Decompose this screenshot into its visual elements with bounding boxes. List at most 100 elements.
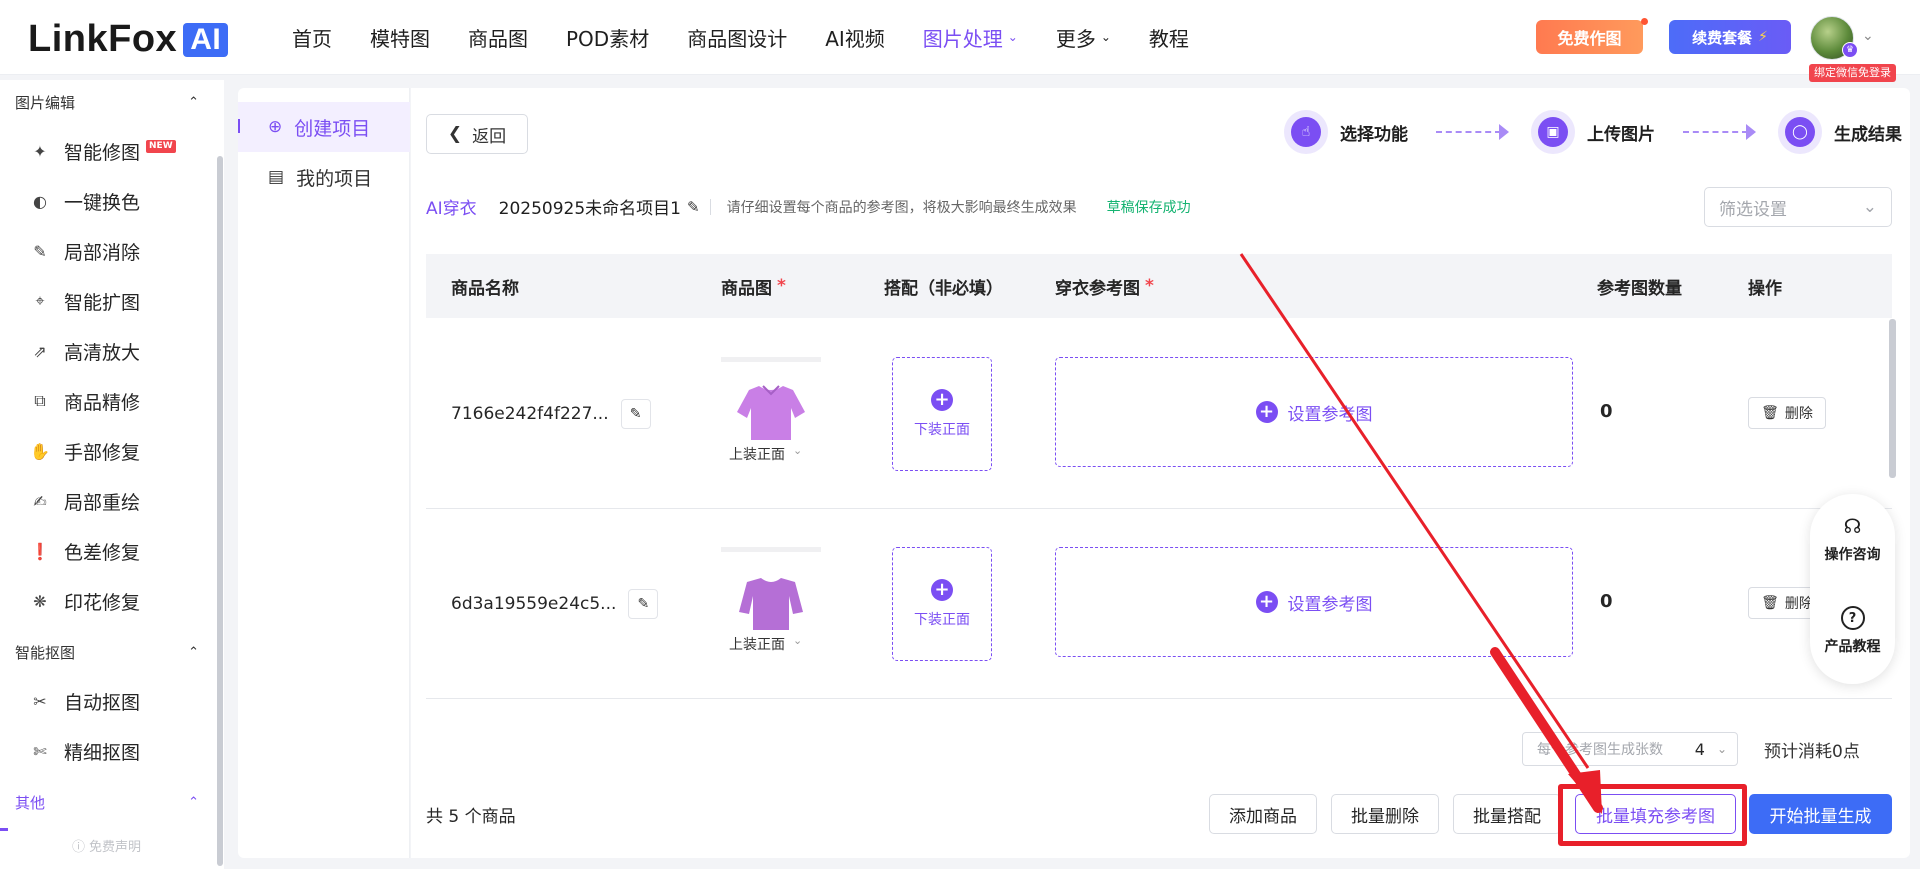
sidebar-group-image-edit[interactable]: 图片编辑 ⌃ (15, 92, 199, 113)
color-swap-icon: ◐ (33, 191, 47, 211)
renew-label: 续费套餐 (1692, 28, 1753, 47)
nav-tutorial[interactable]: 教程 (1149, 23, 1189, 52)
group-title: 图片编辑 (15, 94, 76, 112)
nav-label: 更多 (1055, 26, 1096, 51)
project-item-label: 创建项目 (294, 117, 371, 140)
header-label: 搭配（非必填） (884, 278, 1003, 299)
disclaimer-label: 免费声明 (89, 840, 142, 855)
required-mark: * (1145, 276, 1154, 296)
filter-select[interactable]: 筛选设置 ⌄ (1704, 187, 1892, 227)
sidebar-item-label: 手部修复 (64, 441, 141, 464)
batch-match-button[interactable]: 批量搭配 (1453, 794, 1561, 834)
delete-button[interactable]: 🗑 删除 (1748, 397, 1826, 429)
match-upload-box[interactable]: + 下装正面 (892, 547, 992, 661)
edit-icon[interactable]: ✎ (687, 198, 700, 216)
notification-dot (1641, 18, 1648, 25)
match-label: 下装正面 (914, 612, 970, 628)
my-projects-item[interactable]: ▤ 我的项目 (238, 152, 410, 202)
nav-label: 商品图设计 (687, 26, 788, 51)
wechat-bind-tag[interactable]: 绑定微信免登录 (1809, 64, 1896, 82)
reference-label: 设置参考图 (1287, 594, 1373, 615)
consult-button[interactable]: ☊ 操作咨询 (1810, 514, 1895, 564)
table-row: 6d3a19559e24c5... ✎ 上装正面 ⌄ + 下装正面 + 设置参考… (426, 509, 1892, 699)
sidebar-item-expand[interactable]: ⌖ 智能扩图 (30, 286, 140, 316)
tutorial-button[interactable]: ? 产品教程 (1810, 606, 1895, 656)
sidebar-item-fine-cutout[interactable]: ✄ 精细抠图 (30, 736, 140, 766)
divider (709, 198, 711, 215)
sidebar-scrollbar[interactable] (217, 156, 223, 866)
renew-plan-button[interactable]: 续费套餐 ⚡ (1669, 20, 1791, 54)
sidebar-item-smart-retouch[interactable]: ✦ 智能修图 NEW (30, 136, 176, 166)
logo-ai-badge: AI (183, 22, 229, 57)
edit-icon[interactable]: ✎ (628, 589, 659, 619)
hint-text: 请仔细设置每个商品的参考图，将极大影响最终生成效果 (726, 199, 1077, 216)
hand-icon: ✋ (30, 441, 50, 461)
batch-delete-button[interactable]: 批量删除 (1331, 794, 1439, 834)
set-reference-box[interactable]: + 设置参考图 (1055, 547, 1573, 657)
set-reference-box[interactable]: + 设置参考图 (1055, 357, 1573, 467)
chevron-down-icon: ⌄ (1100, 30, 1111, 44)
expand-icon: ⌖ (35, 291, 45, 310)
sidebar-group-cutout[interactable]: 智能抠图 ⌃ (15, 642, 199, 663)
image-side-select[interactable]: 上装正面 ⌄ (729, 444, 802, 464)
nav-label: 商品图 (468, 26, 528, 51)
sidebar-item-print-fix[interactable]: ❋ 印花修复 (30, 586, 140, 616)
image-side-select[interactable]: 上装正面 ⌄ (729, 634, 802, 654)
sidebar-item-auto-cutout[interactable]: ✂ 自动抠图 (30, 686, 140, 716)
sidebar-item-label: 智能修图 (64, 141, 141, 164)
match-upload-box[interactable]: + 下装正面 (892, 357, 992, 471)
chevron-down-icon: ⌄ (1862, 197, 1877, 217)
generate-count-value: 4 (1694, 739, 1705, 759)
nav-product[interactable]: 商品图 (468, 23, 528, 52)
sidebar-item-label: 自动抠图 (64, 691, 141, 714)
nav-home[interactable]: 首页 (292, 23, 332, 52)
floating-help-panel: ☊ 操作咨询 ? 产品教程 (1810, 494, 1895, 684)
annotation-highlight-box (1558, 784, 1747, 846)
function-tag[interactable]: AI穿衣 (426, 194, 477, 219)
col-product-image: 商品图 * (721, 254, 786, 318)
sidebar-item-recolor[interactable]: ◐ 一键换色 (30, 186, 140, 216)
sidebar-group-other[interactable]: 其他 ⌃ (15, 792, 199, 813)
edit-icon[interactable]: ✎ (620, 399, 651, 429)
magic-wand-icon: ✦ (33, 141, 47, 161)
sidebar-item-repaint[interactable]: ✍ 局部重绘 (30, 486, 140, 516)
logo[interactable]: LinkFox AI (28, 18, 229, 61)
sidebar-item-erase[interactable]: ✎ 局部消除 (30, 236, 140, 266)
nav-label: 首页 (292, 26, 332, 51)
nav-label: AI视频 (825, 26, 885, 51)
step-label: 选择功能 (1340, 124, 1408, 145)
chevron-up-icon: ⌃ (188, 645, 199, 660)
create-project-item[interactable]: ⊕ 创建项目 (238, 102, 410, 152)
product-image-card[interactable]: 上装正面 ⌄ (721, 547, 821, 654)
chevron-down-icon[interactable]: ⌄ (1862, 28, 1874, 44)
sidebar-item-color-fix[interactable]: ❗ 色差修复 (30, 536, 140, 566)
table-scrollbar[interactable] (1889, 319, 1896, 478)
start-batch-generate-button[interactable]: 开始批量生成 (1749, 794, 1892, 834)
disclaimer-link[interactable]: ⓘ 免费声明 (72, 836, 141, 855)
nav-design[interactable]: 商品图设计 (687, 23, 787, 52)
product-name: 6d3a19559e24c5... (451, 594, 617, 614)
free-create-button[interactable]: 免费作图 (1536, 20, 1643, 54)
sidebar-item-label: 局部消除 (64, 241, 141, 264)
sidebar-item-upscale[interactable]: ⇗ 高清放大 (30, 336, 140, 366)
select-value: 上装正面 (729, 637, 785, 653)
nav-model[interactable]: 模特图 (370, 23, 430, 52)
back-button[interactable]: ❮ 返回 (426, 114, 528, 154)
nav-image-processing[interactable]: 图片处理 ⌄ (923, 23, 1018, 52)
nav-pod[interactable]: POD素材 (566, 23, 649, 52)
sidebar-active-marker (0, 828, 8, 831)
ref-count: 0 (1600, 401, 1613, 422)
nav-more[interactable]: 更多 ⌄ (1056, 23, 1111, 52)
step-indicator: ☝ 选择功能 ▣ 上传图片 ◯ 生成结果 (1284, 110, 1902, 154)
match-label: 下装正面 (914, 422, 970, 438)
sidebar-item-product-retouch[interactable]: ⧉ 商品精修 (30, 386, 140, 416)
plus-icon: + (1255, 401, 1278, 423)
sidebar-item-hand-fix[interactable]: ✋ 手部修复 (30, 436, 140, 466)
generate-count-select[interactable]: 每个参考图生成张数 4 ⌄ (1522, 732, 1738, 766)
add-product-button[interactable]: 添加商品 (1209, 794, 1317, 834)
pointer-hand-icon: ☝ (1291, 117, 1321, 147)
sidebar-item-label: 商品精修 (64, 391, 141, 414)
product-image-card[interactable]: 上装正面 ⌄ (721, 357, 821, 464)
save-status: 草稿保存成功 (1106, 199, 1191, 216)
nav-video[interactable]: AI视频 (825, 23, 885, 52)
